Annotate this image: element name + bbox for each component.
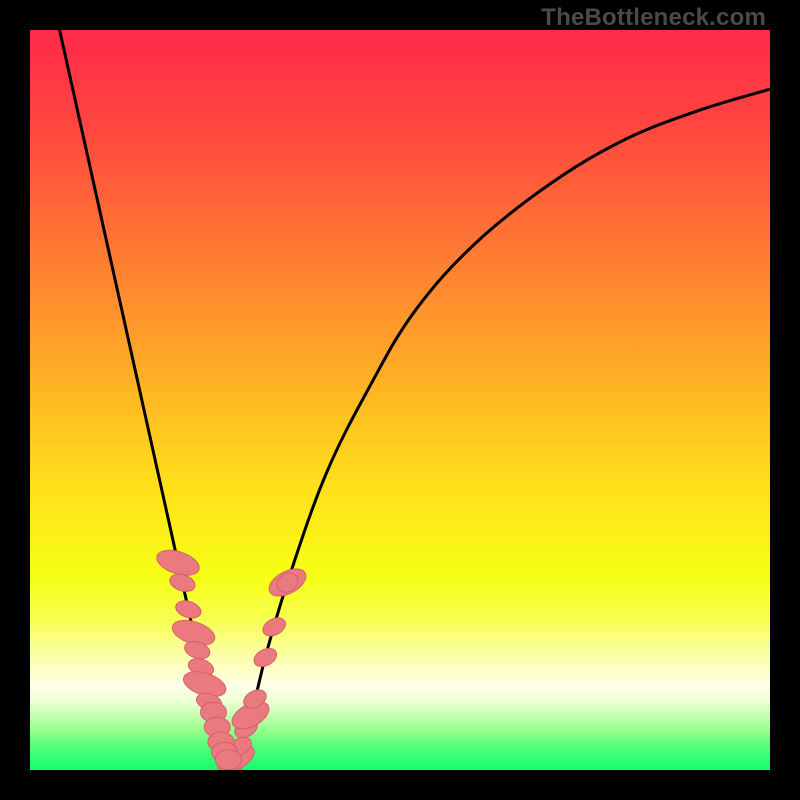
watermark-text: TheBottleneck.com xyxy=(541,4,766,32)
plot-area xyxy=(30,30,770,770)
gradient-background xyxy=(30,30,770,770)
chart-frame: { "watermark": "TheBottleneck.com", "col… xyxy=(0,0,800,800)
